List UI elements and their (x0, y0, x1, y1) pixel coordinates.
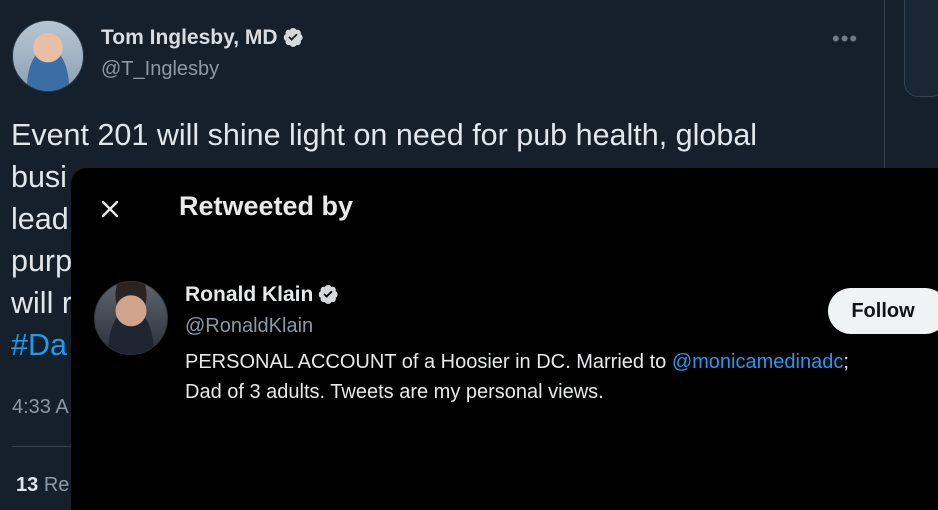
sidebar-card (904, 0, 938, 97)
verified-badge-icon (319, 285, 338, 304)
follow-button-label: Follow (851, 299, 915, 322)
author-name-row[interactable]: Tom Inglesby, MD (101, 26, 304, 50)
tweet-text-line-1: Event 201 will shine light on need for p… (11, 118, 758, 152)
retweet-label: Re (43, 474, 70, 496)
retweet-stats[interactable]: 13 Re (16, 474, 69, 497)
author-handle[interactable]: @T_Inglesby (101, 58, 219, 81)
user-handle[interactable]: @RonaldKlain (185, 315, 313, 338)
retweet-count: 13 (16, 474, 39, 496)
tweet-timestamp[interactable]: 4:33 A (12, 396, 69, 419)
user-name-row[interactable]: Ronald Klain (185, 283, 339, 307)
user-name[interactable]: Ronald Klain (185, 283, 313, 306)
user-bio-prefix: PERSONAL ACCOUNT of a Hoosier in DC. Mar… (185, 351, 672, 373)
more-icon[interactable]: ••• (832, 26, 858, 52)
user-bio: PERSONAL ACCOUNT of a Hoosier in DC. Mar… (185, 347, 925, 407)
user-bio-suffix: ; (843, 351, 849, 373)
user-avatar[interactable] (94, 281, 168, 355)
modal-header: Retweeted by (71, 168, 938, 248)
modal-title: Retweeted by (179, 191, 354, 221)
follow-button[interactable]: Follow (828, 288, 938, 334)
bio-mention-link[interactable]: @monicamedinadc (672, 351, 844, 373)
close-icon[interactable] (93, 192, 127, 226)
retweeted-by-modal: Retweeted by Ronald Klain @RonaldKlain P… (71, 168, 938, 510)
verified-badge-icon (283, 28, 303, 47)
author-name[interactable]: Tom Inglesby, MD (101, 26, 278, 49)
user-bio-line2: Dad of 3 adults. Tweets are my personal … (185, 381, 604, 403)
author-avatar[interactable] (12, 20, 84, 92)
